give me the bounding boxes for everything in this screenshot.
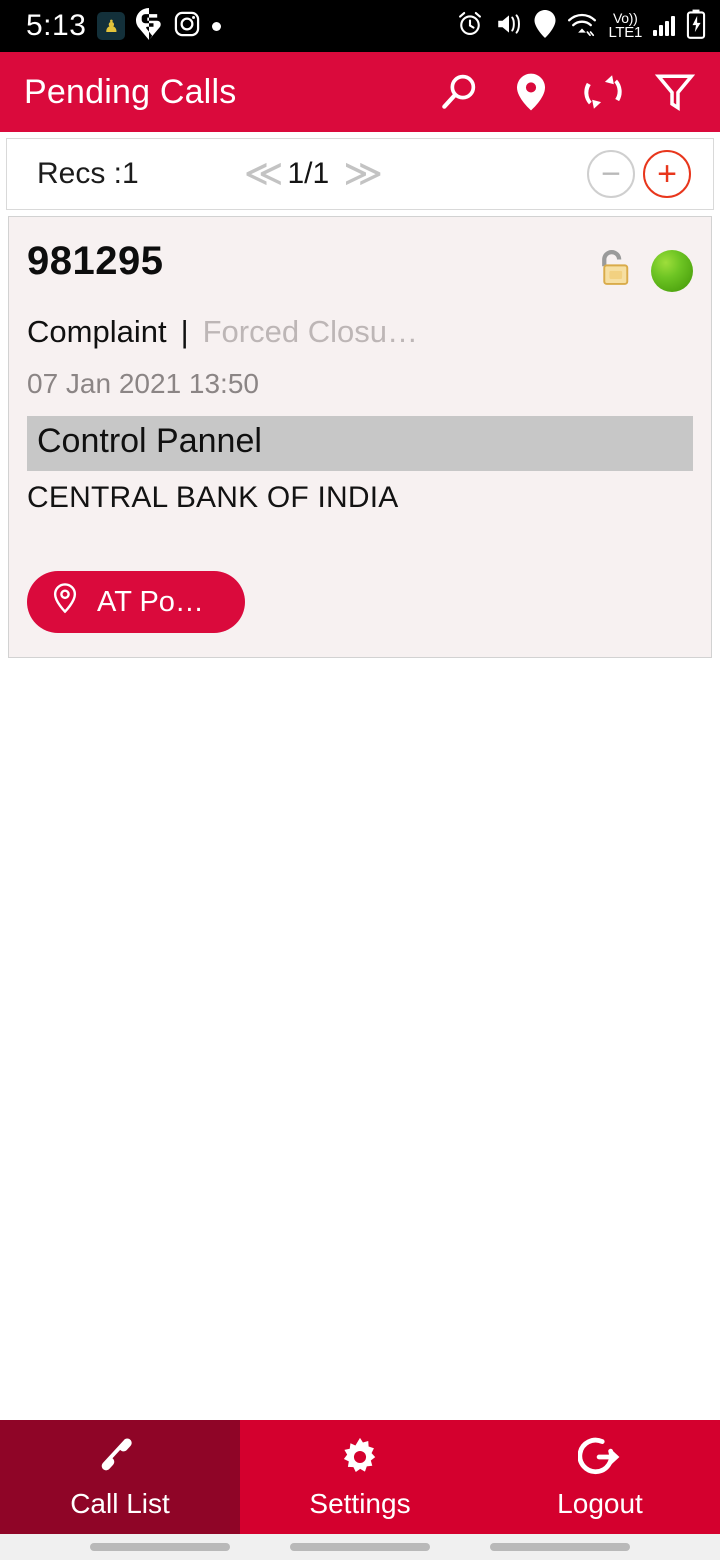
status-bar-left: 5:13 ♟ [26, 7, 222, 45]
nav-pill-recents[interactable] [490, 1543, 630, 1551]
battery-charging-icon [686, 9, 706, 44]
volte-indicator: Vo)) LTE1 [608, 11, 642, 41]
alarm-icon [456, 10, 484, 43]
nav-label-logout: Logout [557, 1488, 643, 1519]
instagram-icon [173, 10, 201, 43]
app-screen: 5:13 ♟ Vo)) LTE1 Pending Calls Recs:1 ≪… [0, 0, 720, 1560]
nav-item-logout[interactable]: Logout [480, 1420, 720, 1534]
call-list: 981295 Complaint | Forced Closu… 07 Jan … [0, 210, 720, 1420]
system-navigation-bar [0, 1534, 720, 1560]
next-page-button[interactable]: ≫ [343, 155, 383, 193]
separator: | [180, 314, 189, 349]
app-bar: Pending Calls [0, 52, 720, 132]
pagination-control: ≪ 1/1 ≫ [244, 155, 383, 193]
decrease-button[interactable]: − [587, 150, 635, 198]
call-card-subtitle: Complaint | Forced Closu… [27, 314, 693, 350]
status-bar-clock: 5:13 [26, 9, 87, 42]
nav-item-settings[interactable]: Settings [240, 1420, 480, 1534]
bottom-navigation: Call List Settings Logout [0, 1420, 720, 1534]
phone-icon [98, 1434, 142, 1480]
gear-icon [338, 1434, 382, 1480]
call-organisation: CENTRAL BANK OF INDIA [27, 481, 399, 514]
location-button[interactable]: AT Po… [27, 571, 245, 633]
page-title: Pending Calls [24, 72, 237, 111]
nav-label-settings: Settings [309, 1488, 411, 1519]
app-badge-icon: ♟ [97, 12, 126, 40]
status-bar: 5:13 ♟ Vo)) LTE1 [0, 0, 720, 52]
zoom-controls: − + [587, 150, 691, 198]
logout-icon [578, 1434, 622, 1480]
location-button-label: AT Po… [97, 585, 204, 618]
nav-pill-back[interactable] [90, 1543, 230, 1551]
ticket-number: 981295 [27, 239, 164, 283]
signal-icon [653, 16, 675, 36]
status-bar-right: Vo)) LTE1 [456, 9, 706, 44]
call-type: Complaint [27, 314, 167, 349]
swiggy-icon [136, 7, 162, 45]
status-badge [651, 249, 693, 292]
refresh-icon[interactable] [580, 69, 626, 115]
increase-button[interactable]: + [643, 150, 691, 198]
vibrate-icon [495, 11, 523, 42]
nav-pill-home[interactable] [290, 1543, 430, 1551]
dot-icon [212, 21, 222, 31]
pager-bar: Recs :1 ≪ 1/1 ≫ − + [6, 138, 714, 210]
nav-item-call-list[interactable]: Call List [0, 1420, 240, 1534]
unlocked-padlock-icon[interactable] [591, 245, 637, 296]
pager-wrapper: Recs :1 ≪ 1/1 ≫ − + [0, 132, 720, 210]
location-icon [534, 9, 556, 43]
call-highlight-text: Control Pannel [27, 416, 693, 471]
app-bar-actions [436, 69, 698, 115]
search-icon[interactable] [436, 69, 482, 115]
page-indicator: 1/1 [287, 157, 330, 190]
previous-page-button[interactable]: ≪ [244, 155, 284, 193]
call-card[interactable]: 981295 Complaint | Forced Closu… 07 Jan … [8, 216, 712, 658]
map-pin-icon[interactable] [508, 69, 554, 115]
call-card-badges [591, 239, 693, 296]
location-pin-icon [49, 582, 81, 622]
nav-label-call-list: Call List [70, 1488, 170, 1519]
volte-bottom-label: LTE1 [608, 23, 642, 41]
call-sub-status: Forced Closu… [202, 314, 418, 349]
call-card-header: 981295 [27, 239, 693, 296]
call-datetime: 07 Jan 2021 13:50 [27, 368, 259, 399]
records-count-label: Recs :1 [37, 157, 139, 190]
wifi-icon [567, 11, 597, 42]
filter-icon[interactable] [652, 69, 698, 115]
